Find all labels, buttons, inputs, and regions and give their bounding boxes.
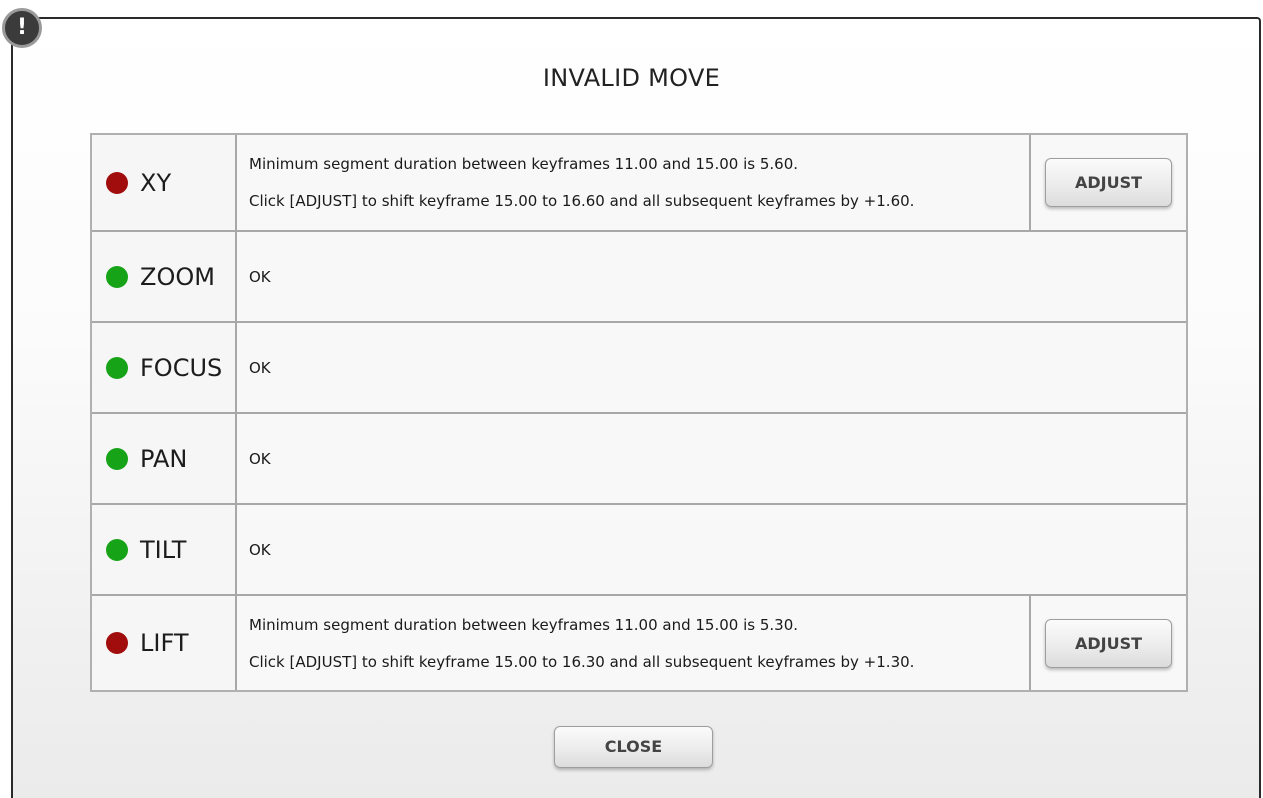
adjust-xy-button[interactable]: ADJUST [1045, 158, 1172, 207]
axis-name-cell: XY [92, 135, 237, 230]
axis-row-tilt: TILT OK [92, 505, 1186, 596]
axis-status-ok-text: OK [249, 449, 271, 468]
axis-message-line: Click [ADJUST] to shift keyframe 15.00 t… [249, 652, 915, 671]
axis-name-label: ZOOM [140, 262, 215, 291]
axis-name-label: FOCUS [140, 353, 223, 382]
axis-name-label: LIFT [140, 629, 189, 657]
status-ok-indicator [106, 447, 128, 470]
axis-status-table: XY Minimum segment duration between keyf… [90, 133, 1188, 692]
axis-message-line: Click [ADJUST] to shift keyframe 15.00 t… [249, 192, 915, 210]
axis-status-ok-text: OK [249, 267, 271, 286]
alert-icon: ! [2, 8, 42, 48]
axis-message-cell: Minimum segment duration between keyfram… [237, 596, 1029, 690]
dialog-title: INVALID MOVE [542, 64, 721, 92]
axis-name-label: TILT [140, 535, 187, 564]
axis-message-cell: OK [237, 323, 1186, 412]
adjust-lift-button[interactable]: ADJUST [1045, 618, 1172, 668]
axis-message-cell: OK [237, 232, 1186, 321]
axis-row-pan: PAN OK [92, 414, 1186, 505]
axis-name-label: XY [140, 168, 172, 197]
axis-name-cell: FOCUS [92, 323, 237, 412]
status-error-indicator [106, 632, 128, 654]
status-ok-indicator [106, 538, 128, 561]
axis-row-lift: LIFT Minimum segment duration between ke… [92, 596, 1186, 690]
axis-name-cell: ZOOM [92, 232, 237, 321]
axis-message-line: Minimum segment duration between keyfram… [249, 615, 799, 634]
axis-row-focus: FOCUS OK [92, 323, 1186, 414]
status-error-indicator [106, 171, 128, 194]
axis-status-ok-text: OK [249, 358, 271, 377]
axis-message-cell: OK [237, 414, 1186, 503]
axis-row-zoom: ZOOM OK [92, 232, 1186, 323]
axis-action-cell: ADJUST [1029, 596, 1186, 690]
status-ok-indicator [106, 265, 128, 288]
axis-name-cell: PAN [92, 414, 237, 503]
axis-name-label: PAN [140, 444, 188, 473]
status-ok-indicator [106, 356, 128, 379]
axis-status-ok-text: OK [249, 540, 271, 559]
axis-message-cell: OK [237, 505, 1186, 594]
page: ! INVALID MOVE XY Minimum segment durati… [0, 0, 1263, 798]
axis-message-line: Minimum segment duration between keyfram… [249, 155, 799, 173]
axis-action-cell: ADJUST [1029, 135, 1186, 230]
axis-message-cell: Minimum segment duration between keyfram… [237, 135, 1029, 230]
close-button[interactable]: CLOSE [554, 726, 713, 768]
axis-name-cell: LIFT [92, 596, 237, 690]
axis-name-cell: TILT [92, 505, 237, 594]
axis-row-xy: XY Minimum segment duration between keyf… [92, 135, 1186, 232]
